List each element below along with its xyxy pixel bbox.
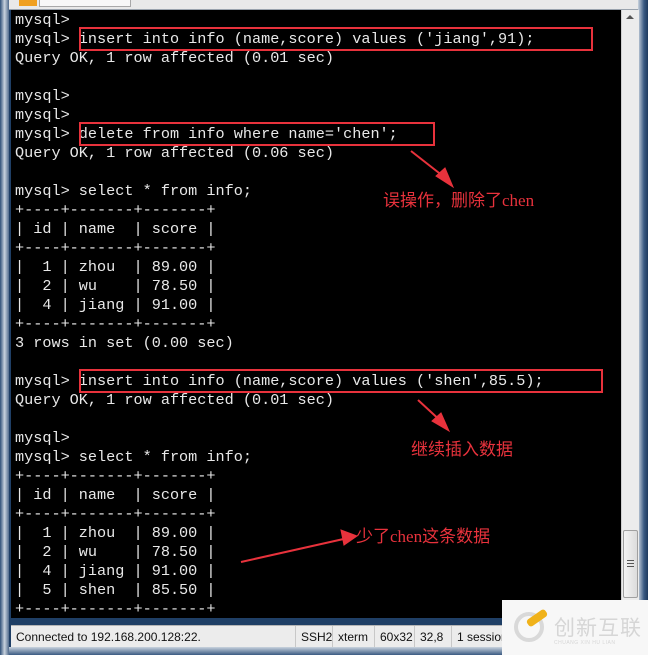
arrow-missing-head	[340, 529, 359, 546]
annotation-missing-note: 少了chen这条数据	[356, 527, 491, 546]
scroll-thumb[interactable]	[623, 530, 638, 598]
grip-line	[627, 560, 634, 561]
session-tab-bar	[9, 0, 638, 10]
grip-line	[627, 563, 634, 564]
annotation-insert-note: 继续插入数据	[411, 440, 513, 459]
terminal-output[interactable]: mysql> mysql> insert into info (name,scor…	[11, 10, 621, 618]
arrow-delete-head	[435, 167, 455, 189]
status-size: 60x32	[374, 626, 418, 648]
vertical-scrollbar[interactable]	[621, 10, 639, 618]
app-icon	[19, 0, 37, 6]
status-connection: Connected to 192.168.200.128:22.	[16, 630, 201, 644]
annotation-arrows	[240, 150, 455, 563]
grip-line	[627, 566, 634, 567]
arrow-missing	[240, 537, 349, 563]
window-frame-left	[0, 0, 9, 655]
scroll-up-arrow-icon[interactable]	[626, 15, 634, 19]
watermark: 创新互联 CHUANG XIN HU LIAN	[502, 600, 648, 655]
window-frame-right	[638, 0, 648, 655]
annotation-delete-note: 误操作，删除了chen	[383, 191, 535, 210]
status-terminal-type: xterm	[332, 626, 378, 648]
session-tab[interactable]	[39, 0, 131, 7]
status-protocol: SSH2	[295, 626, 336, 648]
watermark-sub: CHUANG XIN HU LIAN	[554, 640, 616, 646]
watermark-brand: 创新互联	[554, 616, 642, 640]
status-cursor: 32,8	[414, 626, 455, 648]
